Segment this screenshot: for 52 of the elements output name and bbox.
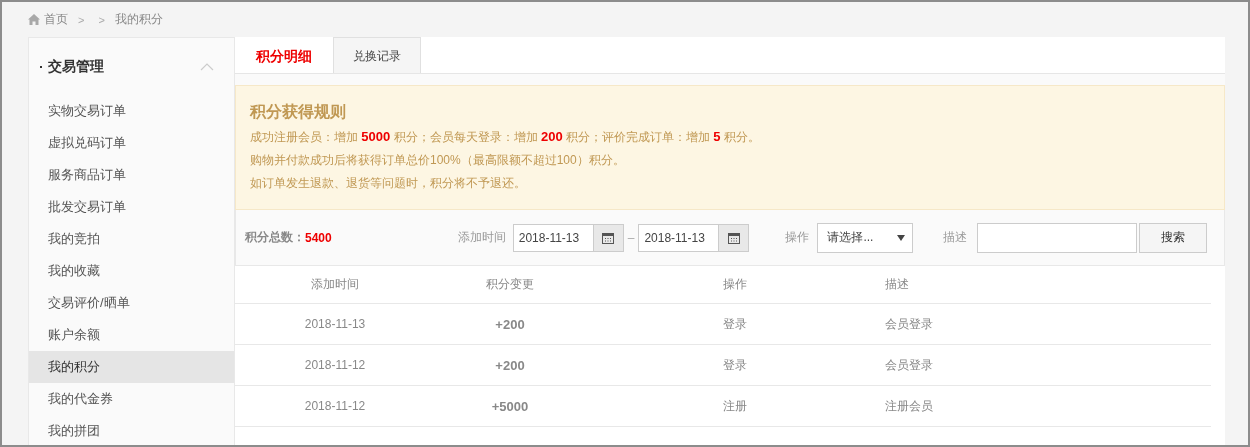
sidebar-item[interactable]: 账户余额 <box>29 319 234 351</box>
table-cell-text: 2018-11-13 <box>303 317 367 331</box>
column-header: 积分变更 <box>485 276 535 293</box>
column-header: 操作 <box>722 276 748 293</box>
rule-text: 如订单发生退款、退货等问题时，积分将不予退还。 <box>250 175 527 192</box>
table-cell-text: 2018-11-12 <box>303 358 367 372</box>
sidebar-item[interactable]: 实物交易订单 <box>29 95 234 127</box>
sidebar-item[interactable]: 我的拼团 <box>29 415 234 445</box>
home-icon <box>28 14 40 25</box>
date-field[interactable]: 2018-11-13 <box>638 223 750 252</box>
sidebar-item[interactable]: 批发交易订单 <box>29 191 234 223</box>
tab[interactable]: 兑换记录 <box>333 37 421 73</box>
table-cell-text: 2018-11-12 <box>303 399 367 413</box>
action-select[interactable]: 请选择... <box>817 222 914 253</box>
sidebar-item[interactable]: 服务商品订单 <box>29 159 234 191</box>
breadcrumb-separator: > <box>78 13 85 26</box>
sidebar-item[interactable]: 我的积分 <box>29 351 234 383</box>
sidebar-item[interactable]: 我的收藏 <box>29 255 234 287</box>
dropdown-icon <box>897 234 906 241</box>
search-button[interactable]: 搜索 <box>1139 222 1208 253</box>
sidebar-item[interactable]: 我的竞拍 <box>29 223 234 255</box>
description-label: 描述 <box>943 229 968 246</box>
chevron-icon <box>200 62 214 71</box>
table-cell-text: +200 <box>494 357 526 373</box>
rule-text: 购物并付款成功后将获得订单总价100%（最高限额不超过100）积分。 <box>250 152 626 169</box>
breadcrumb-current: 我的积分 <box>114 11 163 28</box>
calendar-icon <box>727 231 740 244</box>
table-cell: 会员登录 <box>885 356 933 374</box>
calendar-icon <box>602 231 615 244</box>
breadcrumb-separator: > <box>98 13 105 26</box>
sidebar-item[interactable]: 我的代金券 <box>29 383 234 415</box>
table-cell-text: 登录 <box>722 315 748 333</box>
table-cell-text: 注册 <box>722 397 748 415</box>
date-separator: – <box>627 230 635 245</box>
column-header: 描述 <box>885 276 909 293</box>
table-cell-text: 登录 <box>722 356 748 374</box>
date-field[interactable]: 2018-11-13 <box>512 223 624 252</box>
rules-title: 积分获得规则 <box>250 102 347 122</box>
sidebar-item[interactable]: 虚拟兑码订单 <box>29 127 234 159</box>
date-label: 添加时间 <box>457 229 506 246</box>
total-label: 积分总数： <box>245 229 305 246</box>
total-value: 5400 <box>305 230 332 245</box>
column-header: 添加时间 <box>310 276 360 293</box>
sidebar-section-header[interactable]: 交易管理 <box>29 38 234 95</box>
table-cell-text: +200 <box>494 316 526 332</box>
action-label: 操作 <box>785 229 810 246</box>
table-cell: 注册会员 <box>885 397 933 415</box>
description-field[interactable] <box>977 222 1138 253</box>
table-cell: 会员登录 <box>885 315 933 333</box>
rule-text: 成功注册会员：增加 5000 积分；会员每天登录：增加 200 积分；评价完成订单：增加 5 积分。 <box>250 128 761 146</box>
table-cell-text: +5000 <box>490 398 530 414</box>
sidebar-item[interactable]: 交易评价/晒单 <box>29 287 234 319</box>
